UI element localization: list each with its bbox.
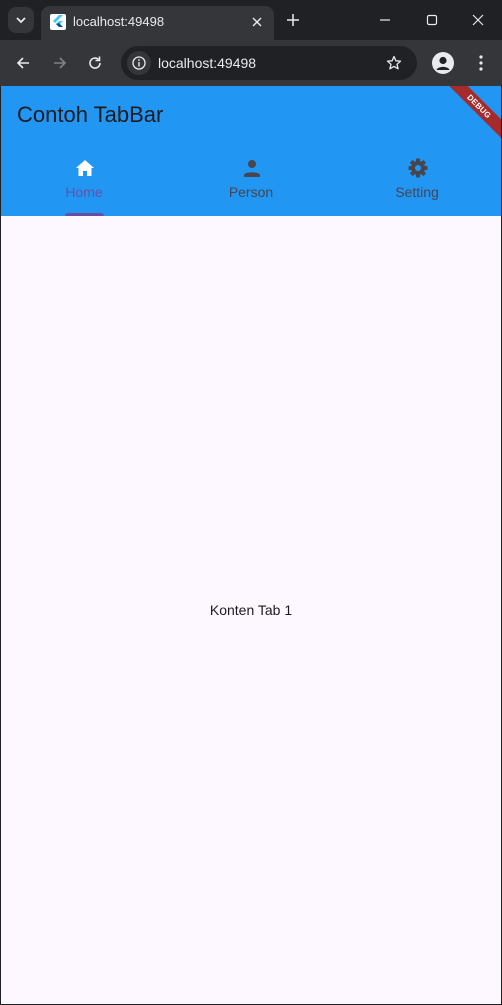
close-icon bbox=[472, 14, 484, 26]
forward-button[interactable] bbox=[48, 51, 72, 75]
app-bar: Contoh TabBar Home Person Setting bbox=[1, 86, 501, 216]
tab-setting-label: Setting bbox=[395, 184, 439, 200]
tab-home-label: Home bbox=[65, 184, 103, 200]
site-info-button[interactable] bbox=[127, 51, 151, 75]
browser-menu-button[interactable] bbox=[470, 52, 492, 74]
tab-indicator bbox=[65, 213, 104, 216]
address-bar[interactable]: localhost:49498 bbox=[121, 46, 417, 80]
tab-home[interactable]: Home bbox=[1, 150, 167, 216]
reload-icon bbox=[89, 56, 101, 69]
tab-person-label: Person bbox=[228, 184, 274, 200]
browser-tab[interactable]: localhost:49498 bbox=[41, 6, 274, 40]
tab-setting[interactable]: Setting bbox=[334, 150, 500, 216]
tab-content-text: Konten Tab 1 bbox=[209, 602, 293, 618]
star-icon bbox=[386, 55, 402, 70]
maximize-icon bbox=[426, 14, 438, 26]
profile-button[interactable] bbox=[432, 52, 454, 74]
minimize-icon bbox=[380, 19, 390, 21]
arrow-left-icon bbox=[16, 57, 29, 69]
app-viewport: Contoh TabBar Home Person Setting Konten… bbox=[1, 86, 501, 1004]
home-icon bbox=[74, 157, 96, 179]
tab-close-button[interactable] bbox=[248, 13, 266, 31]
tab-bar: Home Person Setting bbox=[1, 150, 501, 216]
bookmark-button[interactable] bbox=[383, 52, 405, 74]
flutter-favicon-icon bbox=[50, 14, 66, 30]
browser-toolbar: localhost:49498 bbox=[0, 40, 502, 86]
tab-search-button[interactable] bbox=[8, 7, 34, 33]
plus-icon bbox=[287, 14, 299, 26]
maximize-button[interactable] bbox=[420, 8, 444, 32]
tab-person[interactable]: Person bbox=[168, 150, 334, 216]
chevron-down-icon bbox=[16, 17, 26, 24]
back-button[interactable] bbox=[11, 51, 35, 75]
window-close-button[interactable] bbox=[466, 8, 490, 32]
url-text[interactable]: localhost:49498 bbox=[158, 55, 256, 71]
more-vertical-icon bbox=[479, 55, 483, 71]
app-title: Contoh TabBar bbox=[17, 102, 164, 127]
avatar-icon bbox=[436, 56, 450, 70]
arrow-right-icon bbox=[54, 57, 67, 69]
browser-tab-strip: localhost:49498 bbox=[0, 0, 502, 40]
new-tab-button[interactable] bbox=[282, 9, 304, 31]
settings-icon bbox=[407, 157, 429, 179]
reload-button[interactable] bbox=[83, 51, 107, 75]
close-icon bbox=[252, 17, 262, 27]
info-icon bbox=[132, 56, 146, 70]
minimize-button[interactable] bbox=[373, 8, 397, 32]
tab-title: localhost:49498 bbox=[73, 14, 165, 29]
person-icon bbox=[241, 157, 263, 179]
